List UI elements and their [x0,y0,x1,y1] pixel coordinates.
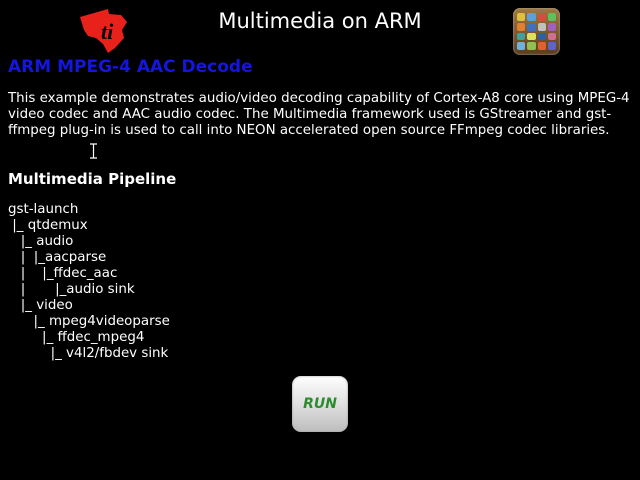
pipeline-line: |_ ffdec_mpeg4 [8,330,145,345]
demo-description: This example demonstrates audio/video de… [8,91,630,138]
run-button[interactable]: RUN [292,376,348,432]
pipeline-tree: gst-launch |_ qtdemux |_ audio | |_aacpa… [8,202,170,362]
pipeline-line: |_ v4l2/fbdev sink [8,346,169,361]
pipeline-line: | |_ffdec_aac [8,266,118,281]
text-cursor-icon [90,143,97,159]
pipeline-title: Multimedia Pipeline [8,170,177,188]
apps-grid-icon [517,13,556,50]
pipeline-line: |_ audio [8,234,74,249]
pipeline-line: gst-launch [8,202,79,217]
apps-home-button[interactable] [513,8,560,55]
pipeline-line: | |_aacparse [8,250,107,265]
pipeline-line: |_ qtdemux [8,218,88,233]
pipeline-line: | |_audio sink [8,282,135,297]
pipeline-line: |_ mpeg4videoparse [8,314,170,329]
run-button-label: RUN [303,396,337,412]
pipeline-line: |_ video [8,298,73,313]
demo-heading: ARM MPEG-4 AAC Decode [8,57,253,77]
